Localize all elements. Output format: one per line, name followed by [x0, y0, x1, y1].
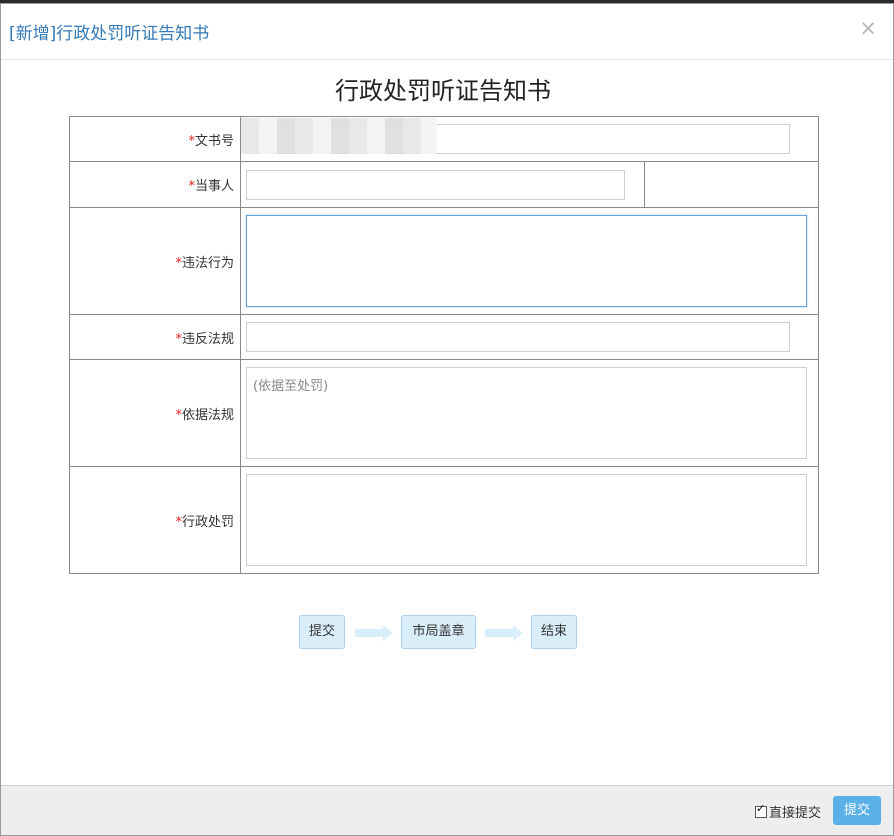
form-row: *文书号	[69, 116, 819, 162]
field-label-text: 文书号	[194, 133, 234, 149]
modal-header: [新增]行政处罚听证告知书 ×	[1, 4, 893, 60]
field-label: *依据法规	[69, 359, 241, 467]
direct-submit-label: 直接提交	[769, 806, 822, 821]
arrow-right-icon	[355, 625, 393, 641]
close-icon[interactable]: ×	[859, 16, 877, 40]
form-row: *违反法规	[69, 314, 819, 360]
form-row: *违法行为	[69, 207, 819, 315]
document-title: 行政处罚听证告知书	[335, 77, 551, 105]
field-label: *违反法规	[69, 314, 241, 360]
field-label-text: 当事人	[194, 179, 234, 194]
workflow-step-submit: 提交	[299, 615, 345, 649]
workflow-diagram: 提交 市局盖章 结束	[1, 615, 885, 653]
violation-textarea[interactable]	[246, 215, 807, 307]
field-cell	[240, 207, 819, 315]
redacted-value	[241, 118, 437, 154]
administrative-penalty-textarea[interactable]	[246, 474, 807, 566]
field-label-text: 依据法规	[181, 407, 234, 423]
form-table: *文书号 *当事人 *违法行为 *违反法规 *依据法规 (依据至处罚) *行政处…	[69, 116, 819, 574]
field-cell	[240, 161, 819, 208]
field-label-text: 违反法规	[181, 331, 234, 347]
field-cell	[240, 314, 819, 360]
arrow-right-icon	[485, 625, 523, 641]
field-label: *文书号	[69, 116, 241, 162]
field-cell: (依据至处罚)	[240, 359, 819, 467]
field-label: *当事人	[69, 161, 241, 208]
field-label-text: 违法行为	[181, 255, 234, 271]
submit-button[interactable]: 提交	[833, 796, 881, 825]
party-input[interactable]	[246, 169, 625, 200]
modal-footer: 直接提交 提交	[1, 785, 893, 835]
form-row: *当事人	[69, 161, 819, 208]
direct-submit-checkbox[interactable]	[755, 802, 767, 818]
field-label: *行政处罚	[69, 466, 241, 574]
form-row: *依据法规 (依据至处罚)	[69, 359, 819, 467]
form-row: *行政处罚	[69, 466, 819, 574]
field-label-text: 行政处罚	[181, 514, 234, 530]
workflow-step-stamp: 市局盖章	[401, 615, 476, 649]
basis-regulation-textarea[interactable]: (依据至处罚)	[246, 367, 807, 459]
direct-submit-option[interactable]: 直接提交	[755, 802, 821, 821]
field-cell	[240, 116, 819, 162]
modal-title: [新增]行政处罚听证告知书	[9, 24, 210, 44]
field-cell	[240, 466, 819, 574]
modal-dialog: [新增]行政处罚听证告知书 × 行政处罚听证告知书 *文书号 *当事人 *违法行…	[0, 3, 894, 836]
violated-regulation-input[interactable]	[246, 322, 790, 352]
field-label: *违法行为	[69, 207, 241, 315]
workflow-step-end: 结束	[531, 615, 577, 649]
